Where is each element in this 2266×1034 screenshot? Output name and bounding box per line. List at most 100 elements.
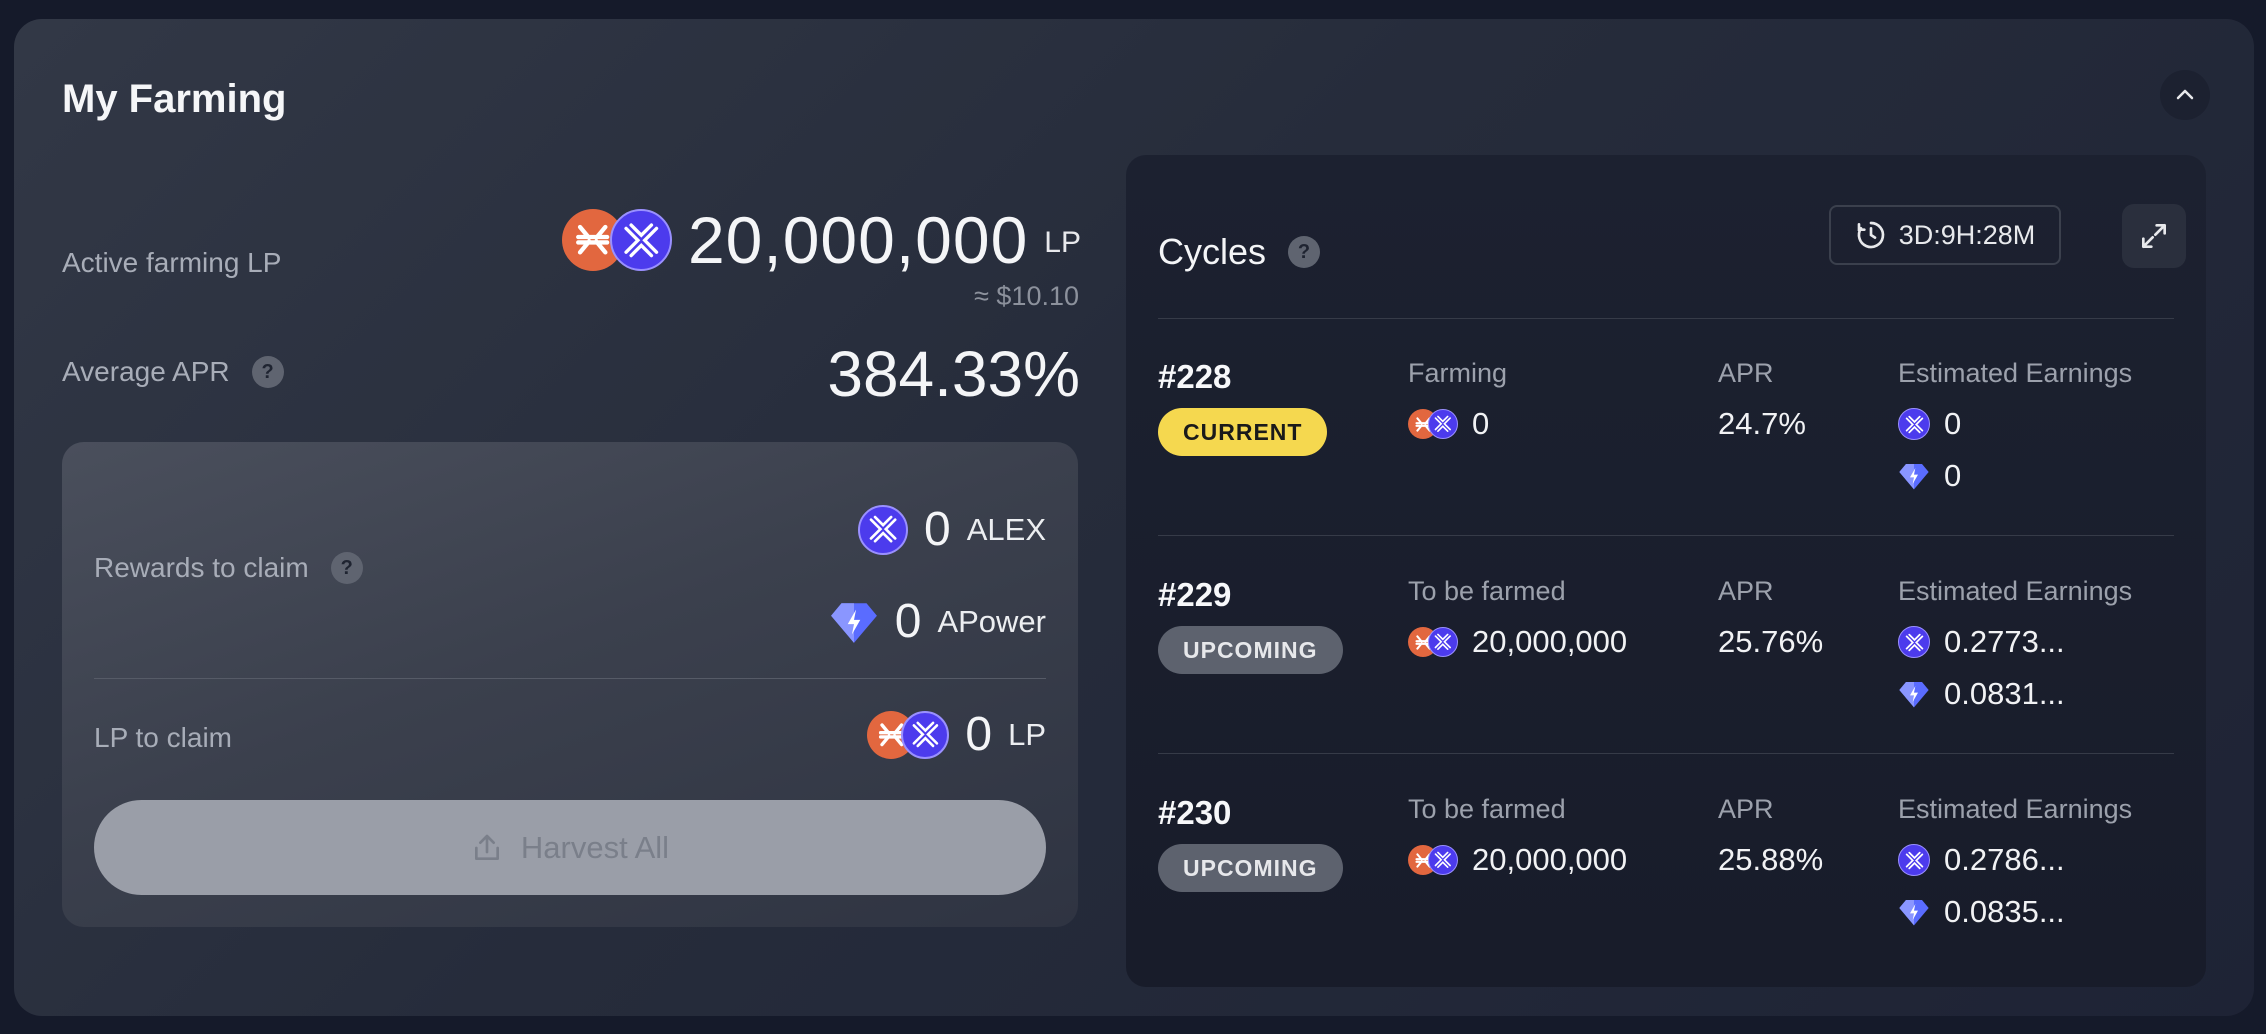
- apower-token-icon: [829, 597, 879, 647]
- status-badge: UPCOMING: [1158, 626, 1343, 674]
- collapse-button[interactable]: [2160, 70, 2210, 120]
- lp-to-claim-amount: 0: [965, 708, 993, 761]
- expand-button[interactable]: [2122, 204, 2186, 268]
- status-badge: UPCOMING: [1158, 844, 1343, 892]
- alex-token-icon: [901, 710, 950, 759]
- alex-token-icon: [609, 209, 672, 271]
- alex-token-icon: [1898, 626, 1930, 658]
- farming-label: Farming: [1408, 358, 1508, 388]
- alex-token-icon: [1428, 627, 1458, 657]
- apr-value: 25.76%: [1718, 624, 1824, 659]
- cycle-row[interactable]: #229 UPCOMING To be farmed 20,000,000 AP…: [1158, 538, 2174, 738]
- apower-token-icon: [1898, 460, 1930, 492]
- earnings-alex-row: 0.2786...: [1898, 842, 2065, 878]
- page-title: My Farming: [62, 77, 287, 121]
- earnings-apower-row: 0: [1898, 458, 1961, 494]
- estimated-earnings-label: Estimated Earnings: [1898, 576, 2133, 606]
- lp-to-claim-label: LP to claim: [94, 722, 232, 753]
- expand-icon: [2142, 224, 2166, 248]
- farming-value-row: 0: [1408, 406, 1489, 442]
- reward-alex-row: 0 ALEX: [858, 502, 1046, 557]
- farming-value: 20,000,000: [1472, 624, 1628, 659]
- rewards-label: Rewards to claim: [94, 552, 309, 583]
- active-farming-usd: ≈ $10.10: [974, 281, 1079, 311]
- apr-value: 24.7%: [1718, 406, 1806, 441]
- divider: [1158, 318, 2174, 319]
- reward-alex-amount: 0: [924, 503, 951, 556]
- rewards-panel: Rewards to claim ? 0 ALEX 0 APower LP to…: [62, 442, 1078, 927]
- lp-pair-icon: [1408, 627, 1458, 657]
- share-icon: [474, 834, 499, 860]
- active-farming-unit: LP: [1044, 226, 1081, 259]
- lp-pair-icon: [561, 209, 672, 271]
- apower-token-icon: [1898, 896, 1930, 928]
- average-apr-label-row: Average APR ?: [62, 356, 284, 388]
- farming-value: 20,000,000: [1472, 842, 1628, 877]
- apr-value: 25.88%: [1718, 842, 1824, 877]
- reward-apower-symbol: APower: [937, 603, 1046, 639]
- help-icon[interactable]: ?: [251, 356, 284, 388]
- cycle-timer: 3D:9H:28M: [1829, 205, 2061, 265]
- earnings-apower-value: 0.0835...: [1944, 894, 2065, 929]
- lp-pair-icon: [1408, 845, 1458, 875]
- cycle-id: #230: [1158, 794, 1232, 831]
- lp-pair-icon: [867, 710, 950, 759]
- farming-label: To be farmed: [1408, 576, 1566, 606]
- cycle-row[interactable]: #230 UPCOMING To be farmed 20,000,000 AP…: [1158, 756, 2174, 956]
- harvest-all-button[interactable]: Harvest All: [94, 800, 1046, 895]
- earnings-alex-value: 0.2786...: [1944, 842, 2065, 877]
- alex-token-icon: [1428, 845, 1458, 875]
- earnings-apower-value: 0.0831...: [1944, 676, 2065, 711]
- reward-apower-amount: 0: [894, 595, 922, 648]
- harvest-all-label: Harvest All: [520, 829, 670, 865]
- farming-value-row: 20,000,000: [1408, 624, 1627, 660]
- average-apr-label: Average APR: [62, 356, 230, 387]
- lp-to-claim-unit: LP: [1008, 716, 1046, 752]
- earnings-alex-value: 0: [1944, 406, 1962, 441]
- active-farming-amount: 20,000,000: [687, 203, 1029, 277]
- estimated-earnings-label: Estimated Earnings: [1898, 358, 2133, 388]
- apr-label: APR: [1718, 794, 1774, 824]
- earnings-apower-row: 0.0831...: [1898, 676, 2065, 712]
- divider: [1158, 753, 2174, 754]
- cycle-id: #229: [1158, 576, 1232, 613]
- help-icon[interactable]: ?: [1288, 236, 1321, 268]
- farming-value-row: 20,000,000: [1408, 842, 1627, 878]
- apower-token-icon: [1898, 678, 1930, 710]
- cycles-panel: Cycles ? 3D:9H:28M #228 CURRENT Farming …: [1126, 155, 2206, 987]
- lp-pair-icon: [1408, 409, 1458, 439]
- apr-label: APR: [1718, 576, 1774, 606]
- farming-label: To be farmed: [1408, 794, 1566, 824]
- divider: [94, 678, 1046, 679]
- earnings-alex-value: 0.2773...: [1944, 624, 2065, 659]
- alex-token-icon: [1898, 408, 1930, 440]
- active-farming-value: 20,000,000 LP: [561, 202, 1081, 278]
- farming-value: 0: [1472, 406, 1490, 441]
- cycle-timer-text: 3D:9H:28M: [1898, 219, 2036, 250]
- status-badge: CURRENT: [1158, 408, 1328, 456]
- my-farming-card: My Farming Active farming LP 20,000,000 …: [14, 19, 2254, 1016]
- alex-token-icon: [1428, 409, 1458, 439]
- average-apr-value: 384.33%: [827, 338, 1080, 410]
- earnings-apower-value: 0: [1944, 458, 1962, 493]
- cycle-id: #228: [1158, 358, 1232, 395]
- apr-label: APR: [1718, 358, 1774, 388]
- rewards-label-row: Rewards to claim ?: [94, 552, 363, 584]
- earnings-alex-row: 0: [1898, 406, 1961, 442]
- earnings-apower-row: 0.0835...: [1898, 894, 2065, 930]
- lp-to-claim-row: 0 LP: [867, 707, 1046, 762]
- alex-token-icon: [858, 504, 909, 555]
- active-farming-label: Active farming LP: [62, 247, 282, 278]
- estimated-earnings-label: Estimated Earnings: [1898, 794, 2133, 824]
- cycles-header: Cycles ?: [1158, 231, 1321, 273]
- cycle-row[interactable]: #228 CURRENT Farming 0 APR 24.7% Estimat…: [1158, 320, 2174, 520]
- reward-alex-symbol: ALEX: [966, 511, 1046, 547]
- clock-icon: [1857, 221, 1885, 249]
- help-icon[interactable]: ?: [330, 552, 363, 584]
- earnings-alex-row: 0.2773...: [1898, 624, 2065, 660]
- cycles-title: Cycles: [1158, 231, 1267, 272]
- chevron-up-icon: [2176, 89, 2194, 100]
- alex-token-icon: [1898, 844, 1930, 876]
- divider: [1158, 535, 2174, 536]
- reward-apower-row: 0 APower: [829, 594, 1046, 649]
